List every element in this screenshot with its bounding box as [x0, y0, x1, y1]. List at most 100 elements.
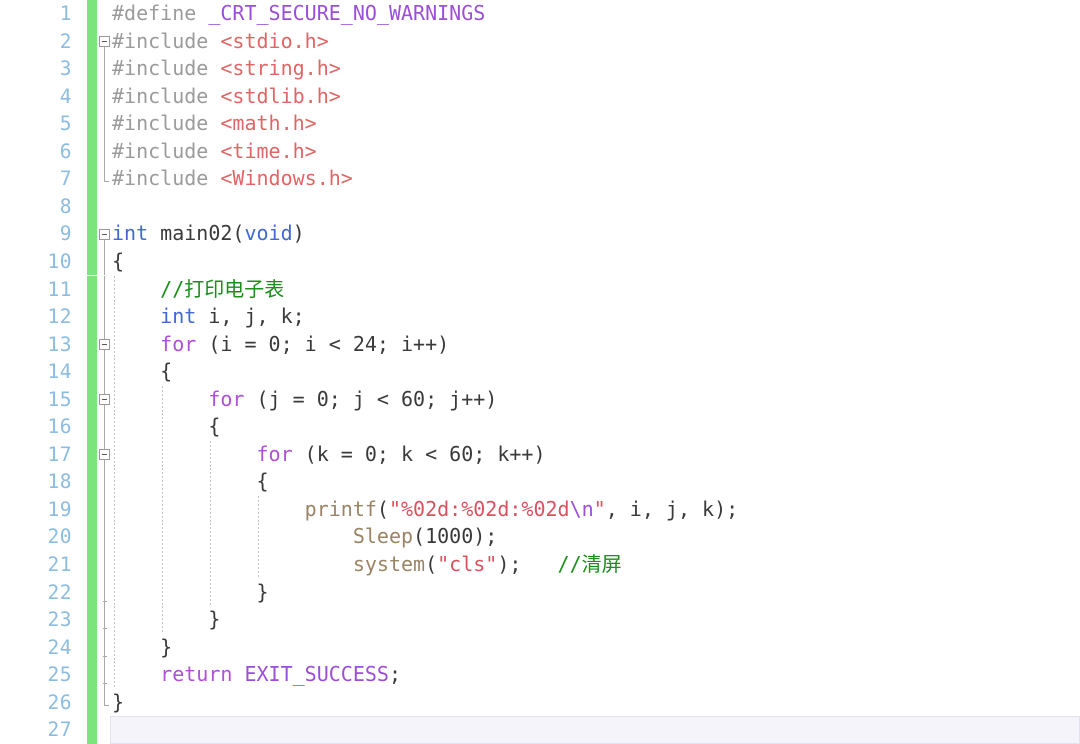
- fold-column[interactable]: [98, 716, 114, 744]
- fold-region-line: [104, 46, 105, 56]
- change-indicator-bar: [87, 137, 97, 166]
- code-text[interactable]: for (i = 0; i < 24; i++): [112, 331, 449, 359]
- line-number: 19: [47, 497, 72, 521]
- code-token: int: [112, 221, 149, 246]
- code-line[interactable]: 16 {: [0, 413, 1080, 441]
- change-indicator-bar: [87, 165, 97, 193]
- code-text[interactable]: Sleep(1000);: [112, 523, 498, 551]
- code-line[interactable]: 22 }: [0, 578, 1080, 607]
- code-line[interactable]: 2 #include <stdio.h>: [0, 27, 1080, 56]
- code-token: printf: [304, 496, 377, 521]
- code-token: (k = 0; k < 60; k++): [292, 441, 546, 466]
- code-line[interactable]: 23 }: [0, 606, 1080, 634]
- line-number: 7: [59, 167, 72, 191]
- code-token: EXIT_SUCCESS: [244, 662, 389, 687]
- code-line[interactable]: 7 #include <Windows.h>: [0, 165, 1080, 193]
- code-line[interactable]: 25 return EXIT_SUCCESS;: [0, 661, 1080, 689]
- fold-region-line: [104, 55, 105, 83]
- code-line[interactable]: 17 for (k = 0; k < 60; k++): [0, 440, 1080, 469]
- fold-collapse-icon[interactable]: [99, 339, 110, 351]
- code-text[interactable]: #define _CRT_SECURE_NO_WARNINGS: [112, 0, 485, 28]
- code-line[interactable]: 27: [0, 716, 1080, 744]
- fold-collapse-icon[interactable]: [99, 36, 110, 48]
- code-text[interactable]: #include <string.h>: [112, 55, 341, 83]
- code-token: main02(: [148, 221, 245, 246]
- code-token: "cls": [437, 552, 498, 576]
- code-line[interactable]: 1 #define _CRT_SECURE_NO_WARNINGS: [0, 0, 1080, 28]
- code-text[interactable]: printf("%02d:%02d:%02d\n", i, j, k);: [112, 496, 739, 524]
- code-token: <stdio.h>: [220, 28, 329, 53]
- code-token: ;: [388, 662, 402, 687]
- code-text[interactable]: int i, j, k;: [112, 303, 305, 331]
- code-line[interactable]: 15 for (j = 0; j < 60; j++): [0, 385, 1080, 414]
- code-text[interactable]: #include <time.h>: [112, 138, 317, 166]
- code-line[interactable]: 5 #include <math.h>: [0, 110, 1080, 138]
- code-line[interactable]: 11 //打印电子表: [0, 275, 1080, 304]
- change-indicator-bar: [87, 688, 97, 717]
- change-indicator-bar: [87, 110, 97, 138]
- code-line[interactable]: 20 Sleep(1000);: [0, 523, 1080, 551]
- code-line[interactable]: 24 }: [0, 633, 1080, 662]
- change-indicator-bar: [87, 358, 97, 386]
- code-line[interactable]: 3 #include <string.h>: [0, 55, 1080, 83]
- code-text[interactable]: }: [112, 634, 172, 662]
- fold-collapse-icon[interactable]: [99, 394, 110, 406]
- code-editor[interactable]: 1 #define _CRT_SECURE_NO_WARNINGS 2 #includ…: [0, 0, 1080, 744]
- code-line[interactable]: 4 #include <stdlib.h>: [0, 82, 1080, 111]
- line-number: 20: [47, 525, 72, 549]
- change-indicator-bar: [87, 468, 97, 496]
- change-indicator-bar: [87, 330, 97, 359]
- code-line[interactable]: 8: [0, 192, 1080, 221]
- change-indicator-bar: [87, 606, 97, 634]
- fold-region-line: [104, 495, 105, 524]
- code-text[interactable]: {: [112, 413, 220, 441]
- code-token: <time.h>: [220, 138, 317, 163]
- code-text[interactable]: #include <math.h>: [112, 110, 317, 138]
- fold-collapse-icon[interactable]: [99, 449, 110, 461]
- code-text[interactable]: {: [112, 358, 172, 386]
- code-text[interactable]: for (k = 0; k < 60; k++): [112, 441, 546, 469]
- change-indicator-bar: [87, 247, 97, 276]
- code-text[interactable]: {: [112, 468, 268, 496]
- code-token: for: [256, 441, 293, 466]
- change-indicator-bar: [87, 716, 97, 744]
- code-line[interactable]: 19 printf("%02d:%02d:%02d\n", i, j, k);: [0, 495, 1080, 524]
- code-line[interactable]: 26}: [0, 688, 1080, 717]
- code-line[interactable]: 10 {: [0, 247, 1080, 276]
- code-line[interactable]: 18 {: [0, 468, 1080, 496]
- code-text[interactable]: #include <Windows.h>: [112, 165, 353, 193]
- code-token: //打印电子表: [160, 276, 285, 301]
- code-text[interactable]: //打印电子表: [112, 276, 284, 304]
- code-line[interactable]: 12 int i, j, k;: [0, 303, 1080, 331]
- code-text[interactable]: {: [112, 248, 124, 276]
- line-number: 21: [47, 553, 72, 576]
- code-text[interactable]: #include <stdlib.h>: [112, 83, 341, 111]
- code-text[interactable]: for (j = 0; j < 60; j++): [112, 386, 497, 414]
- code-line[interactable]: 9 int main02(void): [0, 220, 1080, 248]
- code-text[interactable]: system("cls"); //清屏: [112, 551, 622, 579]
- change-indicator-bar: [87, 413, 97, 441]
- code-token: {: [112, 414, 221, 439]
- code-line[interactable]: 13 for (i = 0; i < 24; i++): [0, 330, 1080, 359]
- code-text[interactable]: }: [112, 579, 268, 607]
- line-number: 16: [47, 415, 72, 439]
- code-line[interactable]: 6 #include <time.h>: [0, 137, 1080, 166]
- code-text[interactable]: #include <stdio.h>: [112, 28, 329, 56]
- code-token: , i, j, k);: [605, 496, 739, 521]
- fold-region-line: [104, 239, 105, 248]
- fold-collapse-icon[interactable]: [99, 228, 110, 240]
- code-text[interactable]: }: [112, 606, 220, 634]
- fold-column[interactable]: [98, 193, 114, 221]
- change-indicator-bar: [87, 27, 97, 56]
- code-token: \n: [569, 496, 594, 521]
- fold-region-line: [104, 633, 105, 662]
- code-text[interactable]: int main02(void): [112, 220, 305, 248]
- code-text[interactable]: return EXIT_SUCCESS;: [112, 661, 401, 689]
- fold-region-line: [104, 247, 105, 276]
- code-line[interactable]: 21 system("cls"); //清屏: [0, 551, 1080, 579]
- code-line[interactable]: 14 {: [0, 358, 1080, 386]
- code-text[interactable]: }: [112, 689, 124, 717]
